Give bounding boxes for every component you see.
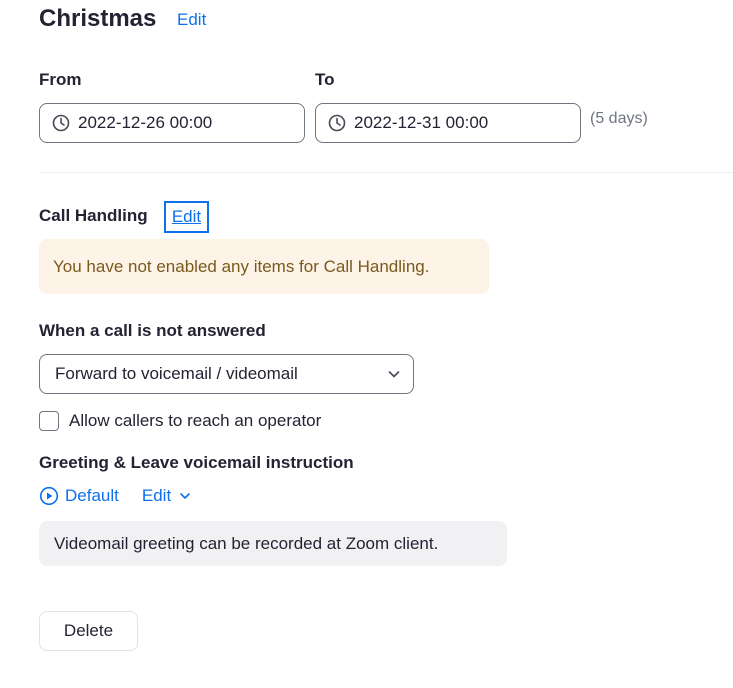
- greeting-info-text: Videomail greeting can be recorded at Zo…: [54, 533, 439, 553]
- from-label: From: [39, 70, 82, 89]
- greeting-edit-text: Edit: [141, 486, 172, 505]
- delete-button-label: Delete: [63, 621, 114, 640]
- not-answered-selected-value: Forward to voicemail / videomail: [55, 364, 298, 383]
- delete-button[interactable]: Delete: [39, 611, 138, 651]
- from-date-field[interactable]: 2022-12-26 00:00: [39, 103, 305, 143]
- not-answered-select[interactable]: Forward to voicemail / videomail: [39, 354, 414, 394]
- greeting-default-link[interactable]: Default: [65, 486, 119, 506]
- operator-checkbox-label: Allow callers to reach an operator: [69, 411, 322, 430]
- to-date-value: 2022-12-31 00:00: [354, 113, 489, 132]
- play-circle-icon[interactable]: [39, 486, 59, 506]
- chevron-down-icon: [388, 371, 400, 378]
- chevron-down-icon: [180, 493, 190, 499]
- greeting-controls: Default Edit: [39, 486, 191, 506]
- clock-icon: [328, 114, 346, 132]
- to-label: To: [315, 70, 335, 89]
- greeting-info: Videomail greeting can be recorded at Zo…: [39, 521, 507, 566]
- page-title: Christmas: [39, 5, 157, 32]
- operator-checkbox[interactable]: [39, 411, 59, 431]
- not-answered-label: When a call is not answered: [39, 321, 266, 340]
- duration-text: (5 days): [590, 110, 648, 127]
- call-handling-edit-text: Edit: [171, 207, 202, 226]
- to-date-field[interactable]: 2022-12-31 00:00: [315, 103, 581, 143]
- from-date-value: 2022-12-26 00:00: [78, 113, 213, 132]
- greeting-label: Greeting & Leave voicemail instruction: [39, 453, 354, 472]
- clock-icon: [52, 114, 70, 132]
- title-edit-link[interactable]: Edit: [177, 10, 206, 30]
- call-handling-edit-link[interactable]: Edit: [164, 201, 209, 233]
- call-handling-notice: You have not enabled any items for Call …: [39, 239, 489, 294]
- call-handling-label: Call Handling: [39, 206, 148, 225]
- call-handling-notice-text: You have not enabled any items for Call …: [53, 256, 430, 276]
- section-divider: [39, 172, 733, 173]
- operator-option[interactable]: Allow callers to reach an operator: [39, 411, 321, 431]
- greeting-edit-dropdown[interactable]: Edit: [142, 486, 191, 506]
